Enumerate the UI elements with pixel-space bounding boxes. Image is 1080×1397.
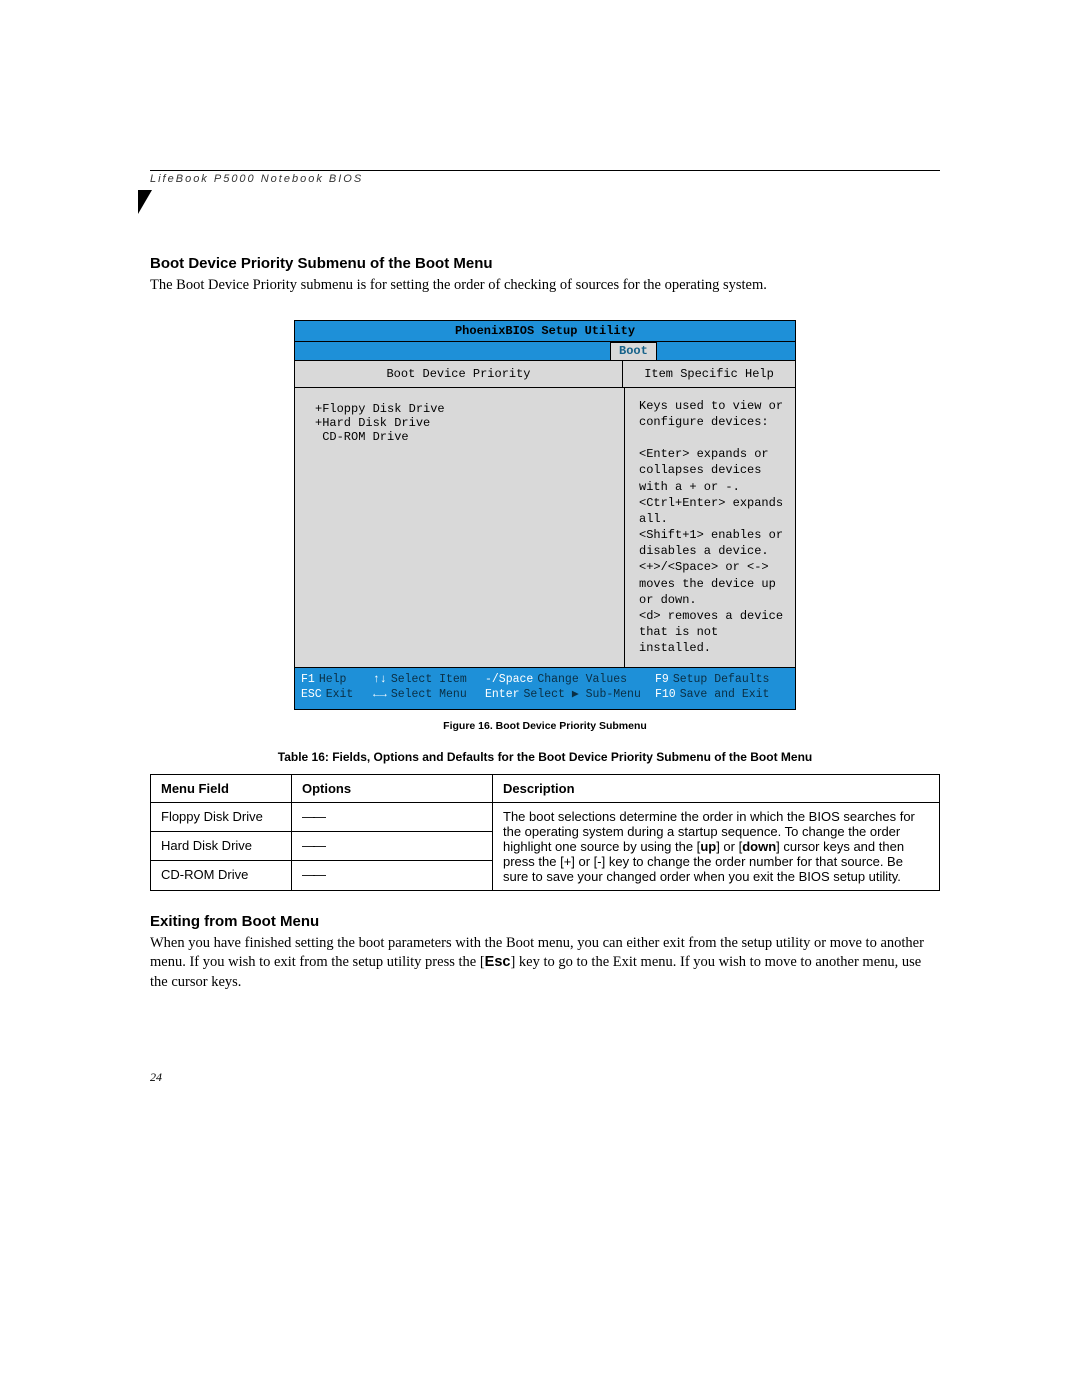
intro-paragraph: The Boot Device Priority submenu is for … <box>150 276 940 296</box>
options-table: Menu Field Options Description Floppy Di… <box>150 774 940 891</box>
bios-key-f10: F10 <box>655 688 676 701</box>
bios-key-esc-label: Exit <box>326 688 354 701</box>
cell-options: —— <box>292 802 493 831</box>
page-content: LifeBook P5000 Notebook BIOS Boot Device… <box>150 170 940 1006</box>
bios-key-f1-label: Help <box>319 673 347 686</box>
bios-key-enter: Enter <box>485 688 520 701</box>
bios-help-text: Keys used to view or configure devices: … <box>625 388 795 667</box>
running-head: LifeBook P5000 Notebook BIOS <box>150 170 940 185</box>
bios-key-leftright-label: Select Menu <box>391 688 467 701</box>
bios-device-list: +Floppy Disk Drive +Hard Disk Drive CD-R… <box>295 388 625 667</box>
table-caption: Table 16: Fields, Options and Defaults f… <box>150 750 940 764</box>
bios-key-f9: F9 <box>655 673 669 686</box>
bios-key-f10-label: Save and Exit <box>680 688 770 701</box>
bios-key-leftright: ←→ <box>373 688 387 701</box>
bios-key-space: -/Space <box>485 673 533 686</box>
cell-options: —— <box>292 831 493 860</box>
bios-key-f9-label: Setup Defaults <box>673 673 770 686</box>
bios-body: +Floppy Disk Drive +Hard Disk Drive CD-R… <box>295 388 795 668</box>
bios-device-0: +Floppy Disk Drive <box>315 402 445 416</box>
table-header-row: Menu Field Options Description <box>151 774 940 802</box>
cell-field: Floppy Disk Drive <box>151 802 292 831</box>
exit-paragraph: When you have finished setting the boot … <box>150 934 940 993</box>
bios-left-header: Boot Device Priority <box>295 361 623 387</box>
section-heading: Boot Device Priority Submenu of the Boot… <box>150 255 940 272</box>
bios-screenshot: PhoenixBIOS Setup Utility Boot Boot Devi… <box>294 320 796 710</box>
section-heading: Exiting from Boot Menu <box>150 913 940 930</box>
bios-footer: F1 Help ↑↓ Select Item -/Space Change Value… <box>295 668 795 709</box>
bios-key-f1: F1 <box>301 673 315 686</box>
bios-key-updown-label: Select Item <box>391 673 467 686</box>
cell-field: Hard Disk Drive <box>151 831 292 860</box>
bios-subheader: Boot Device Priority Item Specific Help <box>295 361 795 388</box>
bios-key-enter-label: Select ▶ Sub-Menu <box>524 688 641 701</box>
bios-active-tab: Boot <box>610 342 657 360</box>
bios-right-header: Item Specific Help <box>623 361 795 387</box>
bios-device-2: CD-ROM Drive <box>315 430 409 444</box>
bios-key-space-label: Change Values <box>537 673 627 686</box>
cell-description: The boot selections determine the order … <box>493 802 940 890</box>
bios-key-esc: ESC <box>301 688 322 701</box>
figure-caption: Figure 16. Boot Device Priority Submenu <box>150 720 940 732</box>
bios-key-updown: ↑↓ <box>373 673 387 686</box>
cell-field: CD-ROM Drive <box>151 861 292 890</box>
bios-device-1: +Hard Disk Drive <box>315 416 430 430</box>
th-description: Description <box>493 774 940 802</box>
bios-title: PhoenixBIOS Setup Utility <box>295 321 795 342</box>
page-number: 24 <box>150 1070 162 1085</box>
table-row: Floppy Disk Drive —— The boot selections… <box>151 802 940 831</box>
cell-options: —— <box>292 861 493 890</box>
th-options: Options <box>292 774 493 802</box>
th-menu-field: Menu Field <box>151 774 292 802</box>
bios-menubar: Boot <box>295 342 795 361</box>
